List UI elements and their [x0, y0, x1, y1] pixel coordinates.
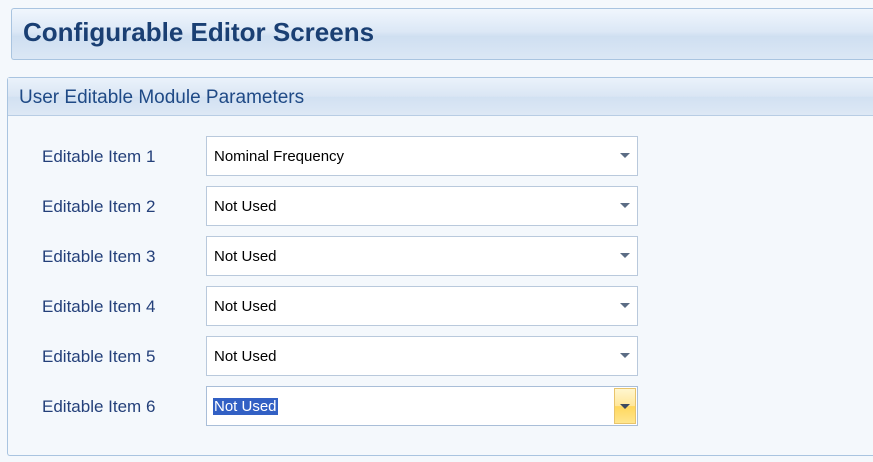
editable-item-label-3: Editable Item 3 [42, 247, 156, 266]
page-title: Configurable Editor Screens [23, 17, 375, 47]
editable-item-3-value: Not Used [214, 248, 277, 265]
editable-item-3-dropdown[interactable]: Not Used [206, 236, 638, 276]
editable-item-row-5: Editable Item 5 Not Used [8, 336, 668, 376]
title-bar: Configurable Editor Screens [11, 8, 873, 60]
editable-item-label-4: Editable Item 4 [42, 297, 156, 316]
editable-item-label-2: Editable Item 2 [42, 197, 156, 216]
editable-item-label-5: Editable Item 5 [42, 347, 156, 366]
editable-item-5-value: Not Used [214, 348, 277, 365]
editable-item-label-1: Editable Item 1 [42, 147, 156, 166]
module-parameters-group: User Editable Module Parameters Editable… [7, 77, 873, 456]
editable-item-4-value: Not Used [214, 298, 277, 315]
editable-item-1-dropdown[interactable]: Nominal Frequency [206, 136, 638, 176]
editable-item-row-6: Editable Item 6 Not Used [8, 386, 668, 426]
chevron-down-icon[interactable] [613, 337, 637, 375]
editable-item-6-dropdown[interactable]: Not Used [206, 386, 638, 426]
editable-item-row-4: Editable Item 4 Not Used [8, 286, 668, 326]
group-header: User Editable Module Parameters [8, 78, 873, 116]
editor-screen: Configurable Editor Screens User Editabl… [0, 0, 873, 462]
editable-item-label-6: Editable Item 6 [42, 397, 156, 416]
chevron-down-icon[interactable] [613, 237, 637, 275]
editable-item-6-value: Not Used [213, 398, 278, 415]
editable-item-1-value: Nominal Frequency [214, 148, 345, 165]
chevron-down-icon[interactable] [613, 137, 637, 175]
editable-item-2-dropdown[interactable]: Not Used [206, 186, 638, 226]
group-header-label: User Editable Module Parameters [19, 87, 305, 108]
editable-item-row-1: Editable Item 1 Nominal Frequency [8, 136, 668, 176]
chevron-down-icon[interactable] [613, 287, 637, 325]
chevron-down-icon[interactable] [614, 388, 636, 424]
editable-item-5-dropdown[interactable]: Not Used [206, 336, 638, 376]
editable-item-4-dropdown[interactable]: Not Used [206, 286, 638, 326]
editable-item-2-value: Not Used [214, 198, 277, 215]
editable-item-row-3: Editable Item 3 Not Used [8, 236, 668, 276]
editable-item-row-2: Editable Item 2 Not Used [8, 186, 668, 226]
chevron-down-icon[interactable] [613, 187, 637, 225]
